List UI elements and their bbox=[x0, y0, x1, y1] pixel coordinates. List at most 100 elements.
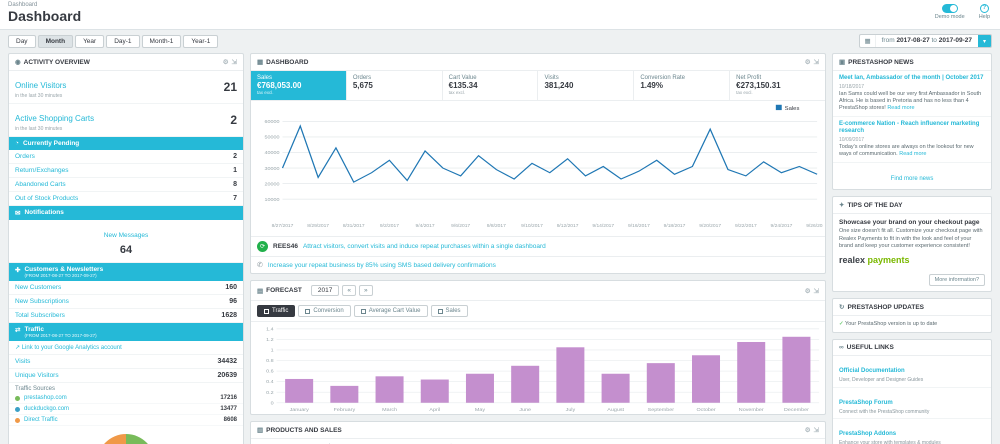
kpi-sales[interactable]: Sales €768,053.00 tax excl. bbox=[251, 71, 347, 100]
help-label: Help bbox=[979, 14, 990, 20]
gear-icon[interactable]: ⚙ bbox=[805, 287, 811, 295]
svg-text:9/2/2017: 9/2/2017 bbox=[380, 223, 399, 228]
source-link-2[interactable]: duckduckgo.com bbox=[24, 406, 216, 412]
svg-text:9/22/2017: 9/22/2017 bbox=[735, 223, 757, 228]
pending-returns-row: Return/Exchanges 1 bbox=[9, 164, 243, 178]
range-month-button[interactable]: Month bbox=[38, 35, 74, 48]
activity-overview-title: ACTIVITY OVERVIEW bbox=[24, 59, 90, 66]
news-title: PRESTASHOP NEWS bbox=[848, 59, 914, 66]
toggle-sales[interactable]: Sales bbox=[431, 305, 468, 317]
svg-text:9/10/2017: 9/10/2017 bbox=[521, 223, 543, 228]
range-month-1-button[interactable]: Month-1 bbox=[142, 35, 182, 48]
news-item: E-commerce Nation - Reach influencer mar… bbox=[833, 117, 991, 163]
useful-links-panel: ∞ USEFUL LINKS Official Documentation Us… bbox=[832, 339, 992, 444]
demo-mode-label: Demo mode bbox=[935, 14, 965, 20]
traffic-source-row: prestashop.com 17216 bbox=[9, 393, 243, 404]
dashboard-icon: ▦ bbox=[257, 58, 263, 66]
rees46-banner-link[interactable]: Attract visitors, convert visits and ind… bbox=[303, 243, 546, 250]
expand-icon[interactable]: ⇲ bbox=[814, 287, 819, 295]
kpi-visits[interactable]: Visits 381,240 bbox=[538, 71, 634, 100]
demo-mode-control[interactable]: Demo mode bbox=[935, 4, 965, 20]
year-selector[interactable]: 2017 bbox=[311, 285, 339, 296]
new-messages-count: 64 bbox=[15, 244, 237, 256]
svg-text:1: 1 bbox=[271, 348, 274, 353]
svg-text:50000: 50000 bbox=[265, 135, 280, 141]
tips-title: TIPS OF THE DAY bbox=[847, 202, 902, 209]
active-carts-link[interactable]: Active Shopping Carts bbox=[15, 114, 94, 123]
range-year-button[interactable]: Year bbox=[75, 35, 104, 48]
svg-text:9/16/2017: 9/16/2017 bbox=[628, 223, 650, 228]
expand-icon[interactable]: ⇲ bbox=[814, 58, 819, 66]
read-more-link[interactable]: Read more bbox=[899, 151, 926, 157]
forecast-bar-chart: 00.20.40.60.811.21.4JanuaryFebruaryMarch… bbox=[251, 322, 825, 414]
date-range-picker[interactable]: ▦ from 2017-08-27 to 2017-09-27 ▾ bbox=[859, 34, 992, 48]
unique-visitors-link[interactable]: Unique Visitors bbox=[15, 372, 59, 379]
gear-icon[interactable]: ⚙ bbox=[805, 426, 811, 434]
updates-title: PRESTASHOP UPDATES bbox=[847, 304, 924, 311]
official-documentation-link[interactable]: Official Documentation bbox=[839, 368, 905, 374]
toggle-average-cart-value[interactable]: Average Cart Value bbox=[354, 305, 428, 317]
new-messages-link[interactable]: New Messages bbox=[104, 232, 148, 239]
svg-text:1.2: 1.2 bbox=[266, 337, 274, 342]
next-year-button[interactable]: » bbox=[359, 285, 373, 296]
kpi-conversion-rate[interactable]: Conversion Rate 1.49% bbox=[634, 71, 730, 100]
help-button[interactable]: ? Help bbox=[979, 4, 990, 20]
svg-text:30000: 30000 bbox=[265, 166, 280, 172]
svg-text:1.4: 1.4 bbox=[266, 327, 274, 332]
out-of-stock-link[interactable]: Out of Stock Products bbox=[15, 195, 78, 202]
total-subscribers-link[interactable]: Total Subscribers bbox=[15, 312, 65, 319]
abandoned-carts-row: Abandoned Carts 8 bbox=[9, 178, 243, 192]
prestashop-dashboard: Dashboard Dashboard Demo mode ? Help Day… bbox=[0, 0, 1000, 444]
gear-icon[interactable]: ⚙ bbox=[223, 58, 229, 66]
find-more-news-link[interactable]: Find more news bbox=[891, 176, 934, 182]
online-visitors-link[interactable]: Online Visitors bbox=[15, 81, 66, 90]
svg-text:January: January bbox=[290, 407, 310, 412]
checkbox-icon bbox=[361, 309, 366, 314]
svg-text:40000: 40000 bbox=[265, 150, 280, 156]
date-apply-button[interactable]: ▾ bbox=[978, 35, 991, 47]
svg-text:9/24/2017: 9/24/2017 bbox=[771, 223, 793, 228]
new-subscriptions-link[interactable]: New Subscriptions bbox=[15, 298, 69, 305]
demo-mode-toggle-icon[interactable] bbox=[942, 4, 958, 13]
new-subscriptions-value: 96 bbox=[229, 298, 237, 305]
external-link-icon: ↗ bbox=[15, 345, 20, 351]
kpi-orders[interactable]: Orders 5,675 bbox=[347, 71, 443, 100]
abandoned-carts-link[interactable]: Abandoned Carts bbox=[15, 181, 66, 188]
source-link-1[interactable]: prestashop.com bbox=[24, 395, 216, 401]
rees46-logo-icon: ⟳ bbox=[257, 241, 268, 252]
prestashop-addons-link[interactable]: PrestaShop Addons bbox=[839, 431, 896, 437]
kpi-net-profit[interactable]: Net Profit €273,150.31 tax excl. bbox=[730, 71, 825, 100]
news-item-title[interactable]: E-commerce Nation - Reach influencer mar… bbox=[839, 121, 985, 136]
expand-icon[interactable]: ⇲ bbox=[814, 426, 819, 434]
useful-links-title: USEFUL LINKS bbox=[847, 344, 894, 351]
toggle-conversion[interactable]: Conversion bbox=[298, 305, 350, 317]
kpi-cart-value[interactable]: Cart Value €135.34 tax excl. bbox=[443, 71, 539, 100]
news-item-title[interactable]: Meet Ian, Ambassador of the month | Octo… bbox=[839, 75, 985, 83]
pending-orders-link[interactable]: Orders bbox=[15, 153, 35, 160]
activity-overview-icon: ◉ bbox=[15, 58, 21, 66]
read-more-link[interactable]: Read more bbox=[887, 105, 914, 111]
svg-text:July: July bbox=[566, 407, 576, 412]
gear-icon[interactable]: ⚙ bbox=[805, 58, 811, 66]
toggle-traffic[interactable]: Traffic bbox=[257, 305, 295, 317]
google-analytics-link[interactable]: Link to your Google Analytics account bbox=[22, 345, 122, 351]
prestashop-forum-link[interactable]: PrestaShop Forum bbox=[839, 400, 893, 406]
new-customers-link[interactable]: New Customers bbox=[15, 284, 61, 291]
source-link-3[interactable]: Direct Traffic bbox=[24, 417, 220, 423]
visits-link[interactable]: Visits bbox=[15, 358, 30, 365]
expand-icon[interactable]: ⇲ bbox=[232, 58, 237, 66]
new-customers-value: 160 bbox=[225, 284, 237, 291]
prev-year-button[interactable]: « bbox=[342, 285, 356, 296]
range-day-1-button[interactable]: Day-1 bbox=[106, 35, 139, 48]
pending-orders-value: 2 bbox=[233, 153, 237, 160]
forecast-icon: ▤ bbox=[257, 287, 263, 295]
new-messages-block: New Messages 64 bbox=[9, 220, 243, 263]
useful-link-item: PrestaShop Forum Connect with the Presta… bbox=[833, 388, 991, 420]
range-day-button[interactable]: Day bbox=[8, 35, 36, 48]
pending-returns-link[interactable]: Return/Exchanges bbox=[15, 167, 68, 174]
sms-banner-link[interactable]: Increase your repeat business by 85% usi… bbox=[268, 262, 496, 269]
useful-link-desc: Connect with the PrestaShop community bbox=[839, 409, 985, 416]
range-year-1-button[interactable]: Year-1 bbox=[183, 35, 218, 48]
more-information-button[interactable]: More information? bbox=[929, 274, 985, 286]
tip-body: One size doesn't fit all. Customize your… bbox=[839, 228, 985, 250]
